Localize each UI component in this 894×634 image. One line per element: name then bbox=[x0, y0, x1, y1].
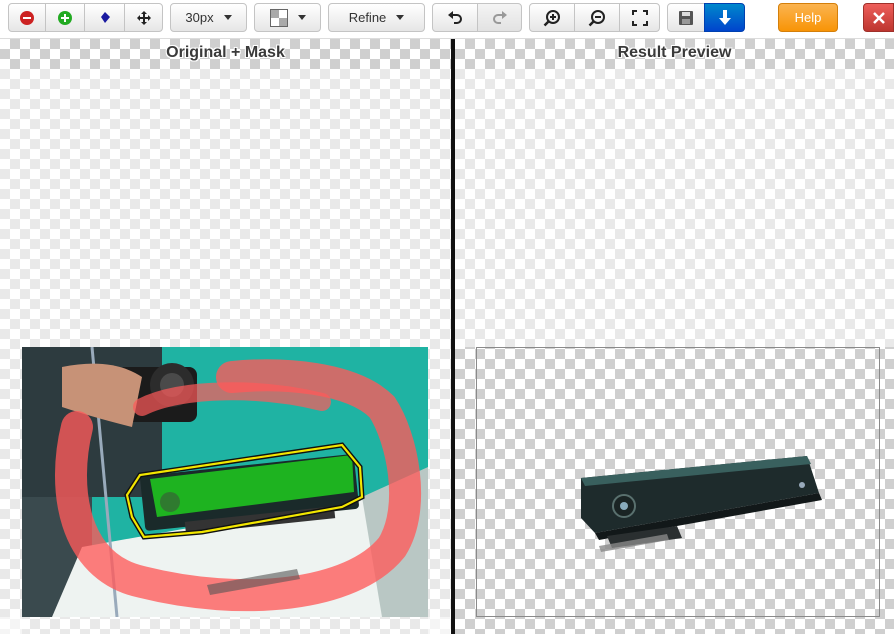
original-image-canvas[interactable] bbox=[22, 347, 428, 617]
original-pane-title: Original + Mask bbox=[166, 44, 285, 61]
refine-dropdown[interactable]: Refine bbox=[328, 3, 425, 32]
floppy-disk-icon bbox=[679, 10, 693, 25]
checkerboard-icon bbox=[269, 8, 288, 27]
result-preview-frame bbox=[476, 347, 880, 617]
zoom-out-icon bbox=[588, 9, 605, 26]
redo-icon bbox=[492, 10, 507, 24]
chevron-down-icon bbox=[223, 15, 232, 20]
result-cutout bbox=[581, 456, 822, 552]
zoom-in-icon bbox=[543, 9, 560, 26]
toolbar: 30px Refine Help bbox=[0, 0, 894, 39]
move-tool-button[interactable] bbox=[124, 3, 163, 32]
move-arrows-icon bbox=[136, 10, 151, 25]
chevron-down-icon bbox=[396, 15, 405, 20]
close-button[interactable] bbox=[863, 3, 894, 32]
fit-screen-button[interactable] bbox=[619, 3, 660, 32]
fullscreen-icon bbox=[631, 9, 648, 26]
zoom-out-button[interactable] bbox=[574, 3, 620, 32]
undo-button[interactable] bbox=[432, 3, 478, 32]
zoom-in-button[interactable] bbox=[529, 3, 575, 32]
pane-fade-bottom bbox=[0, 617, 451, 634]
brush-size-dropdown[interactable]: 30px bbox=[170, 3, 247, 32]
chevron-down-icon bbox=[297, 15, 306, 20]
add-tool-button[interactable] bbox=[45, 3, 85, 32]
pane-fade-left bbox=[0, 347, 22, 634]
minus-circle-icon bbox=[20, 10, 34, 25]
remove-tool-button[interactable] bbox=[8, 3, 46, 32]
pane-fade-top bbox=[455, 69, 894, 347]
diamond-icon bbox=[100, 11, 110, 23]
result-preview-pane[interactable]: Result Preview bbox=[455, 39, 894, 634]
brush-size-value: 30px bbox=[185, 10, 214, 25]
pane-fade-right bbox=[428, 347, 451, 634]
refine-label: Refine bbox=[348, 10, 387, 25]
edge-tool-button[interactable] bbox=[84, 3, 125, 32]
result-pane-title: Result Preview bbox=[617, 44, 732, 61]
save-button[interactable] bbox=[667, 3, 705, 32]
close-icon bbox=[872, 11, 885, 24]
photo-with-mask bbox=[22, 347, 428, 617]
background-dropdown[interactable] bbox=[254, 3, 321, 32]
undo-icon bbox=[448, 10, 462, 24]
pane-fade-top bbox=[0, 69, 451, 347]
redo-button[interactable] bbox=[477, 3, 522, 32]
help-button[interactable]: Help bbox=[778, 3, 838, 32]
download-arrow-icon bbox=[718, 9, 731, 25]
download-button[interactable] bbox=[704, 3, 745, 32]
help-label: Help bbox=[794, 10, 822, 25]
original-mask-pane[interactable]: Original + Mask bbox=[0, 39, 451, 634]
plus-circle-icon bbox=[58, 10, 72, 25]
